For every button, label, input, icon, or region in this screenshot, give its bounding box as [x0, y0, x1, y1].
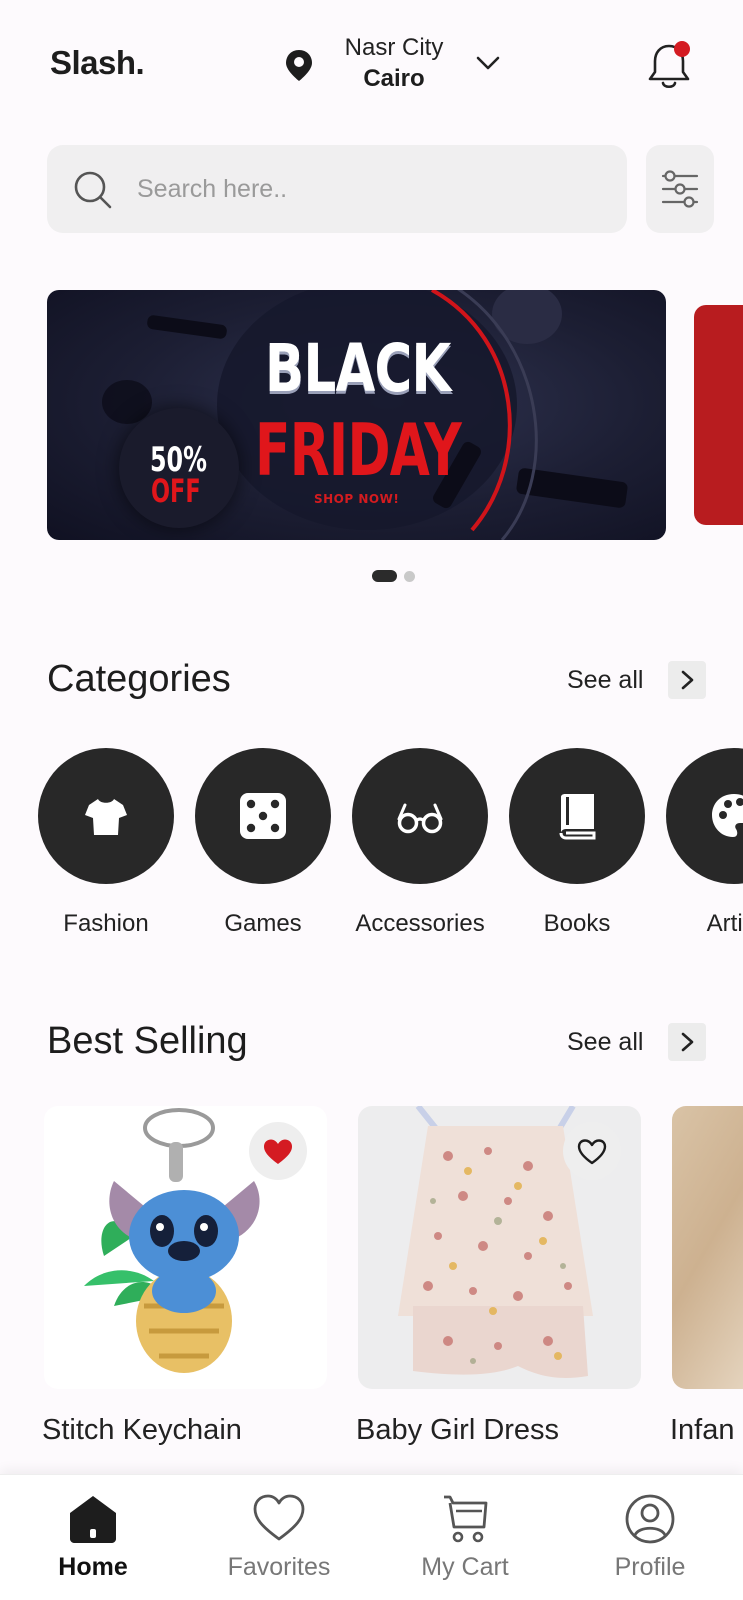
bottom-navigation: Home Favorites My Cart Profile: [0, 1474, 743, 1600]
nav-label: My Cart: [421, 1553, 509, 1581]
promo-banner[interactable]: 50% OFF BLACK FRIDAY SHOP NOW!: [47, 290, 666, 540]
chevron-down-icon[interactable]: [474, 50, 502, 76]
product-name: Stitch Keychain: [42, 1414, 242, 1446]
category-label: Artifc: [706, 910, 743, 937]
category-label: Games: [224, 910, 302, 937]
product-card[interactable]: Stitch Keychain: [42, 1106, 327, 1446]
category-fashion[interactable]: Fashion: [36, 748, 176, 938]
nav-label: Home: [58, 1553, 128, 1581]
nav-home[interactable]: Home: [18, 1493, 168, 1582]
next-banner-peek[interactable]: [694, 305, 743, 525]
favorite-button[interactable]: [249, 1122, 307, 1180]
carousel-dot-active[interactable]: [372, 570, 397, 582]
discount-off-label: OFF: [151, 472, 201, 510]
filter-button[interactable]: [646, 145, 714, 233]
home-screen: Slash. Nasr City Cairo Search here.. 50%…: [0, 0, 743, 1600]
product-name: Infan: [670, 1414, 735, 1446]
product-card[interactable]: Infan: [670, 1106, 743, 1446]
location-pin-icon[interactable]: [283, 48, 315, 82]
product-image[interactable]: [358, 1106, 641, 1389]
glasses-icon: [397, 803, 443, 834]
categories-see-all-link[interactable]: See all: [567, 666, 643, 695]
nav-cart[interactable]: My Cart: [390, 1493, 540, 1582]
book-icon: [559, 794, 596, 840]
category-label: Fashion: [63, 910, 149, 937]
categories-title: Categories: [47, 658, 231, 700]
location-selector[interactable]: Nasr City Cairo: [338, 34, 450, 93]
cart-icon: [444, 1495, 488, 1543]
heart-outline-icon: [577, 1139, 607, 1165]
top-header: Slash. Nasr City Cairo: [0, 0, 743, 130]
heart-filled-icon: [264, 1139, 292, 1164]
dice-icon: [240, 793, 286, 839]
category-label: Accessories: [355, 910, 485, 937]
product-name: Baby Girl Dress: [356, 1414, 560, 1446]
sliders-icon: [661, 170, 699, 208]
heart-icon: [253, 1494, 305, 1541]
category-label: Books: [543, 910, 611, 937]
banner-headline-1: BLACK: [265, 330, 451, 407]
category-artifacts[interactable]: Artifc: [664, 748, 743, 938]
app-logo: Slash.: [50, 44, 145, 81]
favorite-button[interactable]: [563, 1122, 621, 1180]
product-card[interactable]: Baby Girl Dress: [356, 1106, 641, 1446]
chevron-right-icon: [681, 670, 694, 690]
nav-profile[interactable]: Profile: [575, 1493, 725, 1582]
nav-label: Profile: [614, 1553, 686, 1581]
search-bar: [47, 145, 627, 233]
tshirt-icon: [85, 799, 127, 835]
palette-icon: [712, 794, 743, 837]
home-icon: [70, 1496, 116, 1543]
banner-cta: SHOP NOW!: [314, 492, 400, 506]
category-games[interactable]: Games: [193, 748, 333, 938]
best-selling-title: Best Selling: [47, 1020, 248, 1062]
carousel-indicator: [372, 570, 422, 582]
category-accessories[interactable]: Accessories: [350, 748, 490, 938]
location-region: Cairo: [363, 65, 425, 92]
category-books[interactable]: Books: [507, 748, 647, 938]
user-icon: [625, 1494, 675, 1544]
nav-favorites[interactable]: Favorites: [204, 1493, 354, 1582]
product-image[interactable]: [44, 1106, 327, 1389]
notification-bell-icon[interactable]: [644, 38, 694, 92]
carousel-dot[interactable]: [404, 571, 415, 582]
best-selling-see-all-button[interactable]: [668, 1023, 706, 1061]
categories-see-all-button[interactable]: [668, 661, 706, 699]
search-icon: [74, 171, 112, 209]
location-city: Nasr City: [344, 34, 444, 61]
banner-headline-2: FRIDAY: [255, 408, 462, 492]
nav-label: Favorites: [227, 1553, 331, 1581]
chevron-right-icon: [681, 1032, 694, 1052]
best-selling-see-all-link[interactable]: See all: [567, 1028, 643, 1057]
product-image[interactable]: [672, 1106, 743, 1389]
search-input[interactable]: [137, 163, 597, 215]
